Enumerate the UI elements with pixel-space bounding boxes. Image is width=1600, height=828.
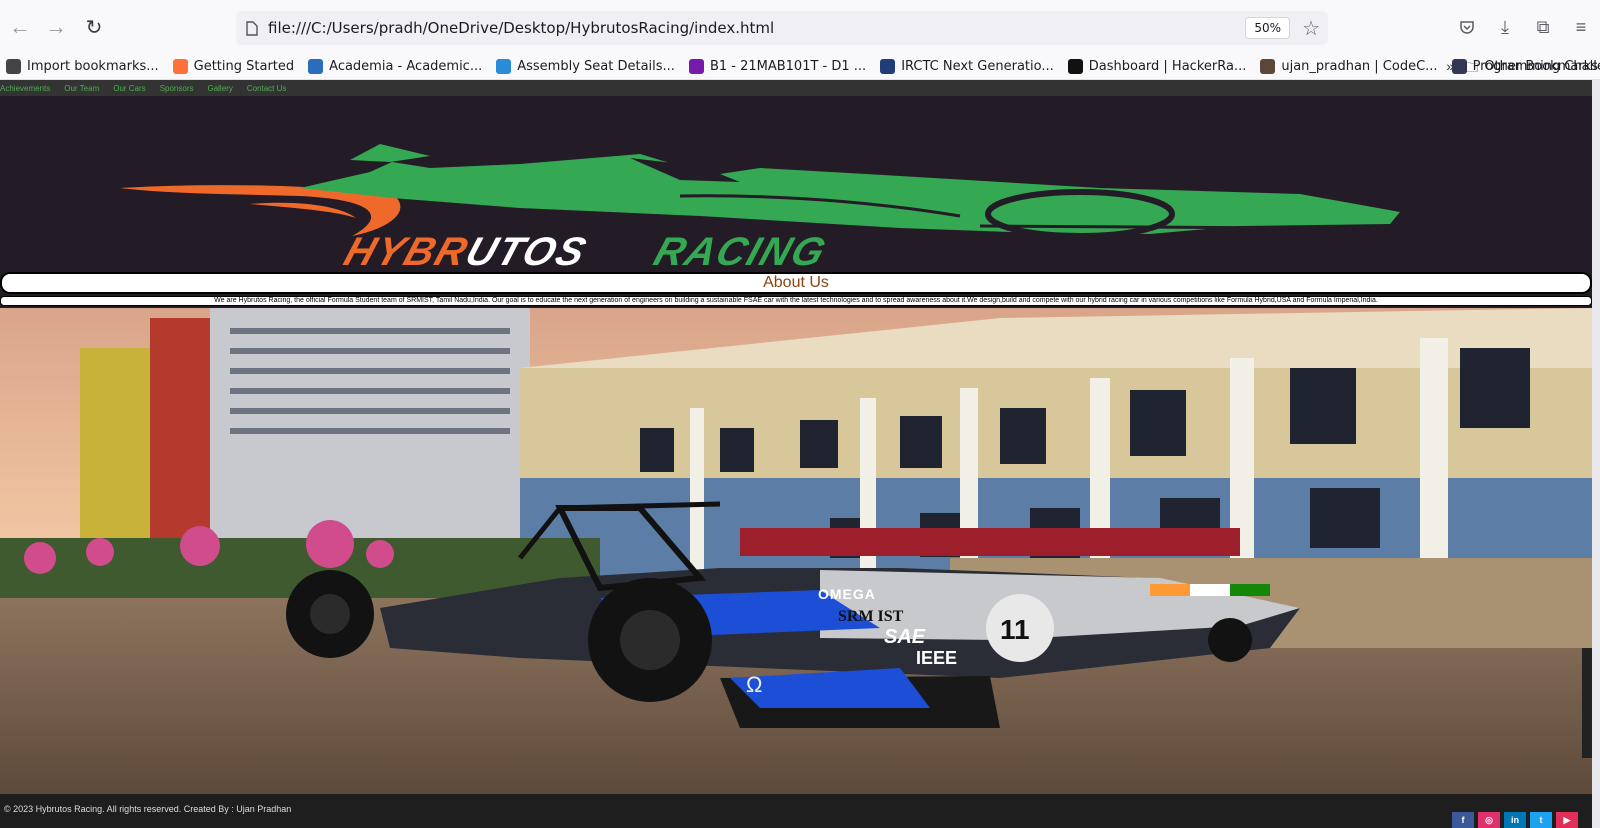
bookmark-item[interactable]: ujan_pradhan | CodeC... [1260,59,1438,74]
site-footer: © 2023 Hybrutos Racing. All rights reser… [0,794,1592,828]
nav-link[interactable]: Contact Us [247,84,287,93]
hackerrank-icon [1067,59,1083,74]
onenote-icon [688,59,704,74]
linkedin-icon[interactable]: in [1504,812,1526,828]
nav-link[interactable]: Our Cars [113,84,145,93]
instagram-icon[interactable]: ◎ [1478,812,1500,828]
about-us-text: We are Hybrutos Racing, the official For… [0,296,1592,306]
extensions-icon[interactable]: ⧉ [1524,10,1562,44]
download-icon[interactable]: ⤓ [1486,10,1524,44]
bookmark-star-icon[interactable]: ☆ [1302,16,1320,41]
zoom-level-badge[interactable]: 50% [1245,17,1290,39]
page-scrollbar[interactable] [1592,80,1600,828]
nav-link[interactable]: Sponsors [160,84,194,93]
bookmark-label: Dashboard | HackerRa... [1088,59,1247,74]
other-bookmarks-folder[interactable]: 🗀 Other Bookmarks [1465,59,1598,81]
logo-wordmark: HYBRUTOS RACING [338,230,833,274]
car-number-label: 11 [1000,614,1030,645]
youtube-icon[interactable]: ▶ [1556,812,1578,828]
nav-link[interactable]: Our Team [64,84,99,93]
nav-link[interactable]: Achievements [0,84,50,93]
hero-banner: HYBRUTOS RACING [0,96,1592,274]
team-car-photo: OMEGA SRM IST SAE IEEE 11 Ω [0,308,1592,794]
bookmark-label: Academia - Academic... [329,59,483,74]
bookmarks-bar: Import bookmarks... Getting Started Academ… [0,54,1600,80]
irctc-icon [880,59,896,74]
url-bar[interactable]: file:///C:/Users/pradh/OneDrive/Desktop/… [236,11,1328,45]
browser-toolbar: ← → ↻ file:///C:/Users/pradh/OneDrive/De… [0,0,1600,54]
car-ieee-label: IEEE [916,648,958,668]
menu-icon[interactable]: ≡ [1562,10,1600,44]
forward-arrow-icon[interactable]: → [38,9,74,45]
academia-icon [308,59,324,74]
car-sae-label: SAE [884,626,926,648]
reload-icon[interactable]: ↻ [76,9,112,45]
bookmark-label: B1 - 21MAB101T - D1 ... [709,59,867,74]
codechef-icon [1260,59,1276,74]
bookmarks-overflow-icon[interactable]: » [1446,58,1454,74]
firefox-icon [172,59,188,74]
bookmark-label: Assembly Seat Details... [517,59,675,74]
bookmark-item[interactable]: Import bookmarks... [6,59,159,74]
social-links: f ◎ in t ▶ [1452,812,1578,828]
site-nav: Achievements Our Team Our Cars Sponsors Gall… [0,80,1592,96]
car-omega-symbol: Ω [746,672,763,697]
bookmark-item[interactable]: Dashboard | HackerRa... [1067,59,1247,74]
back-arrow-icon[interactable]: ← [2,9,38,45]
bookmark-label: Getting Started [193,59,295,74]
folder-icon: 🗀 [1465,61,1479,76]
bookmark-item[interactable]: Getting Started [172,59,295,74]
side-toolbar-widget[interactable] [1582,648,1592,758]
nav-link[interactable]: Gallery [207,84,232,93]
twitter-icon[interactable]: t [1530,812,1552,828]
bookmark-item[interactable]: B1 - 21MAB101T - D1 ... [688,59,867,74]
bookmark-item[interactable]: IRCTC Next Generatio... [880,59,1054,74]
page-info-icon[interactable] [236,20,268,36]
web-page: Achievements Our Team Our Cars Sponsors Gall… [0,80,1592,828]
assembly-icon [496,59,512,74]
url-text: file:///C:/Users/pradh/OneDrive/Desktop/… [268,19,775,37]
bookmark-label: Import bookmarks... [27,59,159,74]
car-team-label: SRM IST [838,608,904,625]
import-icon [6,59,21,74]
bookmark-item[interactable]: Academia - Academic... [308,59,482,74]
car-sponsor-label: OMEGA [818,586,876,602]
bookmark-item[interactable]: Assembly Seat Details... [496,59,675,74]
other-bookmarks-label: Other Bookmarks [1484,59,1598,74]
footer-copyright: © 2023 Hybrutos Racing. All rights reser… [4,804,292,814]
bookmark-label: ujan_pradhan | CodeC... [1281,59,1438,74]
about-us-heading: About Us [0,272,1592,294]
facebook-icon[interactable]: f [1452,812,1474,828]
pocket-icon[interactable] [1448,10,1486,44]
bookmark-label: IRCTC Next Generatio... [901,59,1054,74]
